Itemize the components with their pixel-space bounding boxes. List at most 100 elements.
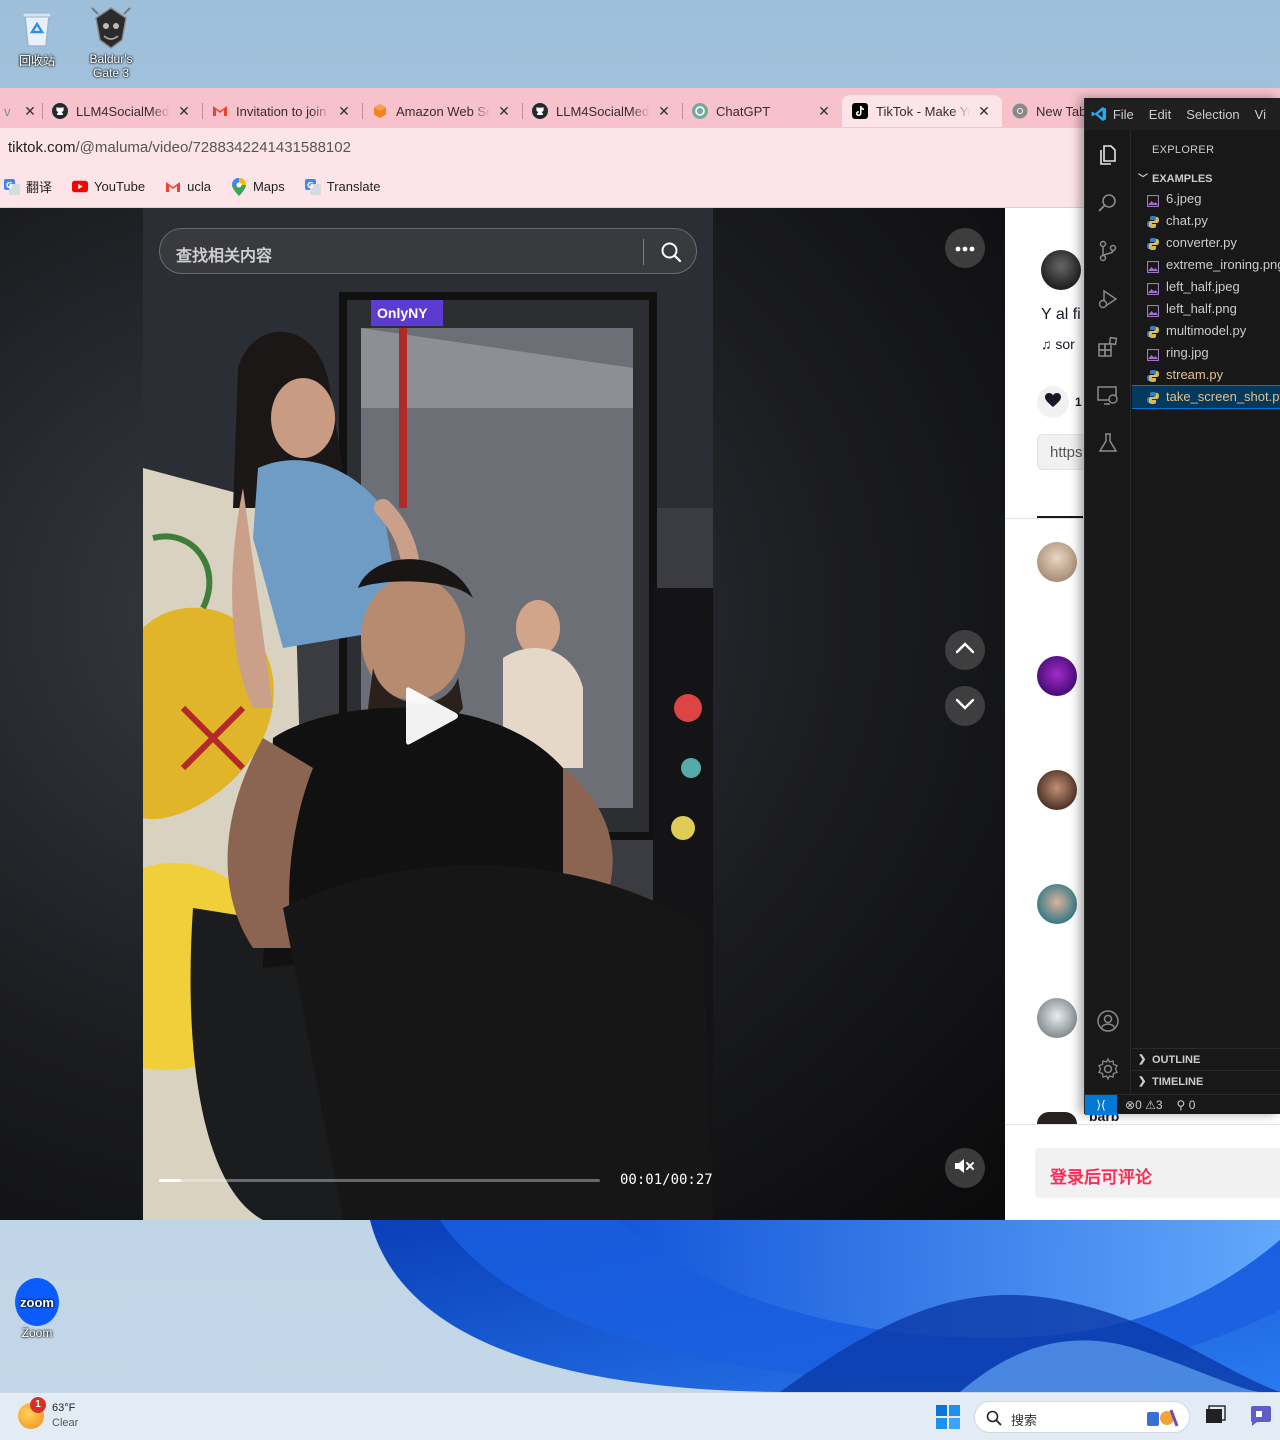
- tab-title: Amazon Web Services: [396, 103, 490, 119]
- error-count: 0: [1135, 1097, 1142, 1112]
- search-highlight-art-icon: [1143, 1406, 1181, 1430]
- weather-widget[interactable]: 1 63°F Clear: [18, 1397, 79, 1431]
- weather-condition: Clear: [52, 1417, 79, 1429]
- desktop-icon-recycle-bin[interactable]: 回收站: [2, 6, 72, 69]
- activity-bar: [1085, 130, 1131, 1094]
- file-item[interactable]: left_half.png: [1132, 298, 1280, 320]
- weather-temperature: 63°F: [52, 1402, 76, 1414]
- like-button[interactable]: [1037, 386, 1069, 418]
- file-item[interactable]: left_half.jpeg: [1132, 276, 1280, 298]
- mute-button[interactable]: [945, 1148, 985, 1188]
- recycle-bin-icon: [15, 6, 59, 50]
- search-icon: [986, 1410, 1002, 1426]
- task-view-icon[interactable]: [1202, 1403, 1228, 1429]
- url-text[interactable]: tiktok.com/@maluma/video/728834224143158…: [8, 139, 351, 156]
- play-icon[interactable]: [404, 684, 460, 748]
- file-item[interactable]: chat.py: [1132, 210, 1280, 232]
- windows-start-icon[interactable]: [936, 1405, 960, 1429]
- tab[interactable]: Amazon Web Services ✕: [362, 95, 522, 127]
- desktop-icon-zoom[interactable]: zoom Zoom: [2, 1278, 72, 1340]
- close-icon[interactable]: ✕: [336, 103, 352, 120]
- youtube-icon: [72, 179, 89, 195]
- vscode-window: File Edit Selection Vi EXPLORER ﹀ EXAMPLE…: [1084, 98, 1280, 1115]
- author-avatar[interactable]: [1041, 250, 1081, 290]
- login-to-comment-box[interactable]: 登录后可评论: [1035, 1148, 1280, 1198]
- weather-sun-icon: 1: [18, 1397, 46, 1429]
- bookmark-translate[interactable]: G Translate: [304, 178, 380, 195]
- close-icon[interactable]: ✕: [496, 103, 512, 120]
- taskbar-search[interactable]: 搜索: [974, 1401, 1190, 1433]
- problems-indicator[interactable]: ⊗0 ⚠3: [1125, 1098, 1163, 1112]
- testing-flask-icon[interactable]: [1095, 430, 1121, 456]
- tab[interactable]: ChatGPT ✕: [682, 95, 842, 127]
- tab[interactable]: LLM4SocialMedia ✕: [42, 95, 202, 127]
- teams-chat-icon[interactable]: [1248, 1403, 1274, 1429]
- tab[interactable]: Invitation to join ✕: [202, 95, 362, 127]
- close-icon[interactable]: ✕: [976, 103, 992, 120]
- search-bar[interactable]: 查找相关内容: [159, 228, 697, 274]
- close-icon[interactable]: ✕: [656, 103, 672, 120]
- commenter-avatar[interactable]: [1037, 998, 1077, 1038]
- warning-count: 3: [1155, 1097, 1163, 1112]
- menu-selection[interactable]: Selection: [1186, 107, 1239, 122]
- next-video-button[interactable]: [945, 686, 985, 726]
- remote-indicator-icon[interactable]: ⟩⟨: [1085, 1094, 1117, 1115]
- search-icon[interactable]: [1095, 190, 1121, 216]
- file-item[interactable]: stream.py: [1132, 364, 1280, 386]
- close-icon[interactable]: ✕: [816, 103, 832, 120]
- file-item[interactable]: multimodel.py: [1132, 320, 1280, 342]
- timeline-section[interactable]: ❯ TIMELINE: [1132, 1070, 1280, 1092]
- commenter-avatar[interactable]: [1037, 770, 1077, 810]
- run-debug-icon[interactable]: [1095, 286, 1121, 312]
- source-control-icon[interactable]: [1095, 238, 1121, 264]
- login-prompt[interactable]: 登录后可评论: [1050, 1163, 1152, 1188]
- file-name: take_screen_shot.py: [1166, 389, 1280, 404]
- like-row: 1: [1037, 386, 1082, 418]
- account-icon[interactable]: [1095, 1008, 1121, 1034]
- workspace-folder[interactable]: ﹀ EXAMPLES: [1138, 170, 1213, 185]
- file-item[interactable]: take_screen_shot.py: [1132, 385, 1280, 409]
- image-file-icon: [1146, 346, 1160, 362]
- file-item[interactable]: 6.jpeg: [1132, 188, 1280, 210]
- remote-explorer-icon[interactable]: [1095, 382, 1121, 408]
- previous-video-button[interactable]: [945, 630, 985, 670]
- search-icon[interactable]: [660, 241, 682, 263]
- extensions-icon[interactable]: [1095, 334, 1121, 360]
- github-icon: [532, 103, 548, 119]
- bookmark-youtube[interactable]: YouTube: [72, 179, 145, 195]
- bookmark-maps[interactable]: Maps: [231, 177, 285, 196]
- explorer-icon[interactable]: [1095, 142, 1121, 168]
- menu-file[interactable]: File: [1113, 107, 1134, 122]
- bookmark-fanyi[interactable]: G 翻译: [4, 177, 52, 196]
- vscode-statusbar: ⟩⟨ ⊗0 ⚠3 ⚲ 0: [1085, 1094, 1280, 1115]
- video-progress-bar[interactable]: [159, 1179, 600, 1182]
- chatgpt-icon: [692, 103, 708, 119]
- desktop-icon-baldurs-gate[interactable]: Baldur's Gate 3: [76, 6, 146, 80]
- menu-edit[interactable]: Edit: [1149, 107, 1171, 122]
- tab[interactable]: LLM4SocialMedia ✕: [522, 95, 682, 127]
- section-label: OUTLINE: [1152, 1054, 1201, 1066]
- ports-count: 0: [1188, 1097, 1196, 1112]
- divider: [1005, 1124, 1280, 1125]
- close-icon[interactable]: ✕: [176, 103, 192, 120]
- bookmark-ucla[interactable]: ucla: [165, 179, 211, 195]
- ports-indicator[interactable]: ⚲ 0: [1177, 1098, 1196, 1112]
- file-item[interactable]: converter.py: [1132, 232, 1280, 254]
- commenter-avatar[interactable]: [1037, 656, 1077, 696]
- file-item[interactable]: extreme_ironing.png: [1132, 254, 1280, 276]
- more-options-button[interactable]: [945, 228, 985, 268]
- bookmark-label: ucla: [187, 179, 211, 194]
- outline-section[interactable]: ❯ OUTLINE: [1132, 1048, 1280, 1070]
- url-path: /@maluma/video/7288342241431588102: [75, 139, 351, 156]
- file-item[interactable]: ring.jpg: [1132, 342, 1280, 364]
- music-link[interactable]: ♫ sor: [1041, 336, 1075, 352]
- settings-gear-icon[interactable]: [1095, 1056, 1121, 1082]
- commenter-avatar[interactable]: [1037, 1112, 1077, 1124]
- tab[interactable]: v ✕: [0, 95, 42, 127]
- commenter-avatar[interactable]: [1037, 542, 1077, 582]
- commenter-avatar[interactable]: [1037, 884, 1077, 924]
- tab-active[interactable]: TikTok - Make Your Day ✕: [842, 95, 1002, 127]
- close-icon[interactable]: ✕: [22, 103, 38, 120]
- tab-title: LLM4SocialMedia: [76, 103, 170, 119]
- menu-view[interactable]: Vi: [1255, 107, 1266, 122]
